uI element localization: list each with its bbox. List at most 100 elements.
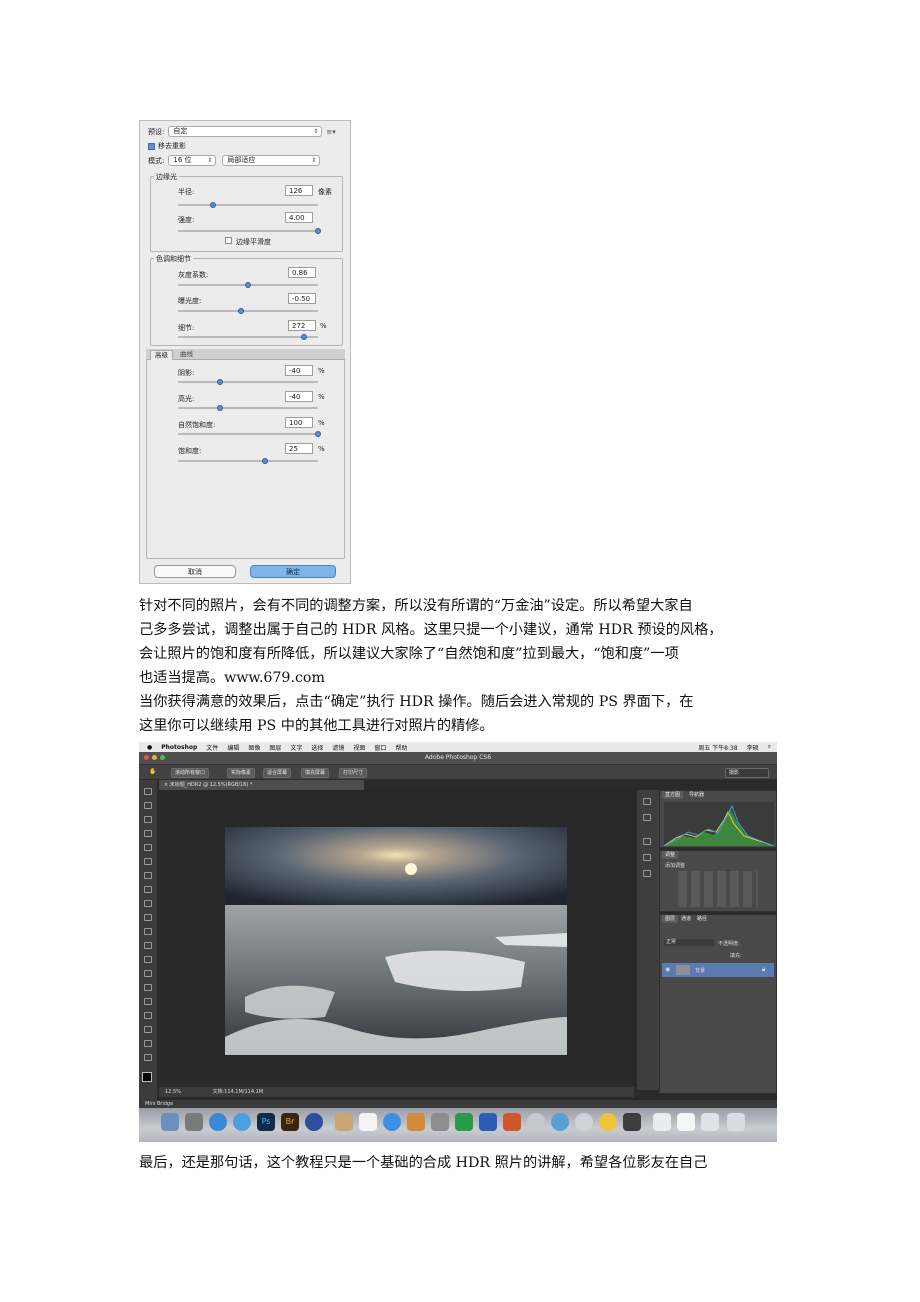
- smooth-edges-checkbox[interactable]: [225, 237, 232, 244]
- exposure-slider[interactable]: [178, 308, 318, 314]
- eraser-tool-icon[interactable]: [144, 928, 152, 935]
- vibrance-slider-thumb[interactable]: [315, 431, 321, 437]
- downloads-stack-icon[interactable]: [701, 1113, 719, 1131]
- detail-field[interactable]: 272: [288, 320, 316, 331]
- excel-icon[interactable]: [455, 1113, 473, 1131]
- menu-select[interactable]: 选择: [311, 743, 323, 752]
- shadow-field[interactable]: -40: [285, 365, 313, 376]
- strength-slider[interactable]: [178, 228, 321, 234]
- menu-layer[interactable]: 图层: [269, 743, 281, 752]
- healing-tool-icon[interactable]: [144, 872, 152, 879]
- document-canvas[interactable]: [159, 790, 634, 1080]
- tab-layers[interactable]: 图层: [662, 915, 679, 923]
- app-store-icon[interactable]: [233, 1113, 251, 1131]
- ok-button[interactable]: 确定: [250, 565, 336, 578]
- shape-tool-icon[interactable]: [144, 1026, 152, 1033]
- menu-image[interactable]: 图像: [248, 743, 260, 752]
- print-size-button[interactable]: 打印尺寸: [339, 768, 368, 778]
- pen-tool-icon[interactable]: [144, 984, 152, 991]
- path-select-tool-icon[interactable]: [144, 1012, 152, 1019]
- eye-icon[interactable]: ◉: [665, 966, 670, 973]
- radius-slider-thumb[interactable]: [210, 202, 216, 208]
- preset-menu-icon[interactable]: ≡▾: [326, 128, 335, 136]
- gradient-tool-icon[interactable]: [144, 942, 152, 949]
- preset-select[interactable]: 自定: [168, 126, 323, 137]
- photoshop-dock-icon[interactable]: Ps: [257, 1113, 275, 1131]
- saturation-slider-thumb[interactable]: [261, 458, 268, 464]
- spotlight-icon[interactable]: ⌕: [768, 743, 771, 751]
- blur-tool-icon[interactable]: [144, 956, 152, 963]
- strength-slider-thumb[interactable]: [315, 228, 321, 234]
- method-select[interactable]: 局部适应: [222, 155, 321, 166]
- menu-window[interactable]: 窗口: [374, 743, 386, 752]
- radius-field[interactable]: 126: [285, 185, 313, 196]
- bridge-dock-icon[interactable]: Br: [281, 1113, 299, 1131]
- saturation-slider[interactable]: [178, 458, 318, 464]
- radius-slider[interactable]: [178, 202, 318, 208]
- user-name[interactable]: 李硕: [747, 743, 759, 752]
- document-tab[interactable]: × 未标题_HDR2 @ 12.5%(RGB/16) *: [159, 780, 364, 790]
- safari-icon[interactable]: [209, 1113, 227, 1131]
- launchpad-icon[interactable]: [185, 1113, 203, 1131]
- blend-mode-select[interactable]: 正常: [664, 939, 714, 946]
- fit-screen-button[interactable]: 适合屏幕: [263, 768, 292, 778]
- gamma-field[interactable]: 0.86: [288, 267, 316, 278]
- remove-ghosts-checkbox[interactable]: [148, 142, 155, 150]
- cancel-button[interactable]: 取消: [154, 565, 236, 578]
- actions-panel-icon[interactable]: [643, 814, 651, 821]
- preferences-icon[interactable]: [431, 1113, 449, 1131]
- clone-stamp-tool-icon[interactable]: [144, 900, 152, 907]
- properties-panel-icon[interactable]: [643, 838, 651, 845]
- menu-file[interactable]: 文件: [206, 743, 218, 752]
- history-panel-icon[interactable]: [643, 798, 651, 805]
- highlight-slider-thumb[interactable]: [217, 405, 223, 411]
- word-icon[interactable]: [479, 1113, 497, 1131]
- file-icon[interactable]: [677, 1113, 695, 1131]
- exposure-field[interactable]: -0.50: [288, 293, 316, 304]
- powerpoint-icon[interactable]: [503, 1113, 521, 1131]
- mini-bridge-tab[interactable]: Mini Bridge: [139, 1100, 777, 1108]
- vibrance-field[interactable]: 100: [285, 417, 313, 428]
- qq-icon[interactable]: [599, 1113, 617, 1131]
- menu-filter[interactable]: 滤镜: [332, 743, 344, 752]
- history-brush-tool-icon[interactable]: [144, 914, 152, 921]
- question-icon[interactable]: [575, 1113, 593, 1131]
- contacts-icon[interactable]: [335, 1113, 353, 1131]
- quick-select-tool-icon[interactable]: [144, 830, 152, 837]
- marquee-tool-icon[interactable]: [144, 802, 152, 809]
- bit-depth-select[interactable]: 16 位: [168, 155, 217, 166]
- brush-tool-icon[interactable]: [144, 886, 152, 893]
- camera-app-icon[interactable]: [623, 1113, 641, 1131]
- tab-curve[interactable]: 曲线: [176, 350, 197, 359]
- tab-channels[interactable]: 通道: [678, 915, 694, 923]
- menu-help[interactable]: 帮助: [395, 743, 407, 752]
- hand-tool-icon[interactable]: ✋: [149, 768, 156, 775]
- strength-field[interactable]: 4.00: [285, 212, 313, 223]
- vibrance-slider[interactable]: [178, 431, 321, 437]
- zoom-tool-icon[interactable]: [144, 1054, 152, 1061]
- apple-icon[interactable]: ●: [147, 744, 152, 751]
- calendar-icon[interactable]: [359, 1113, 377, 1131]
- gamma-slider-thumb[interactable]: [245, 282, 251, 288]
- shadow-slider-thumb[interactable]: [217, 379, 223, 385]
- close-window-icon[interactable]: [144, 755, 149, 760]
- scroll-all-windows-option[interactable]: 滚动所有窗口: [171, 768, 210, 778]
- tab-adjustments[interactable]: 调整: [662, 851, 679, 859]
- qq-browser-icon[interactable]: [551, 1113, 569, 1131]
- menu-photoshop[interactable]: Photoshop: [161, 744, 197, 751]
- browser-icon[interactable]: [305, 1113, 323, 1131]
- hand-tool-icon[interactable]: [144, 1040, 152, 1047]
- layer-row[interactable]: ◉ 背景 🔒︎: [662, 963, 774, 977]
- detail-slider-thumb[interactable]: [301, 334, 307, 340]
- dodge-tool-icon[interactable]: [144, 970, 152, 977]
- shadow-slider[interactable]: [178, 379, 318, 385]
- tab-histogram[interactable]: 直方图: [662, 791, 684, 799]
- help-icon[interactable]: [527, 1113, 545, 1131]
- info-panel-icon[interactable]: [643, 854, 651, 861]
- type-tool-icon[interactable]: [144, 998, 152, 1005]
- exposure-slider-thumb[interactable]: [238, 308, 244, 314]
- tab-navigator[interactable]: 导航器: [686, 791, 707, 799]
- workspace-select[interactable]: 摄影: [725, 768, 769, 778]
- document-stack-icon[interactable]: [653, 1113, 671, 1131]
- saturation-field[interactable]: 25: [285, 443, 313, 454]
